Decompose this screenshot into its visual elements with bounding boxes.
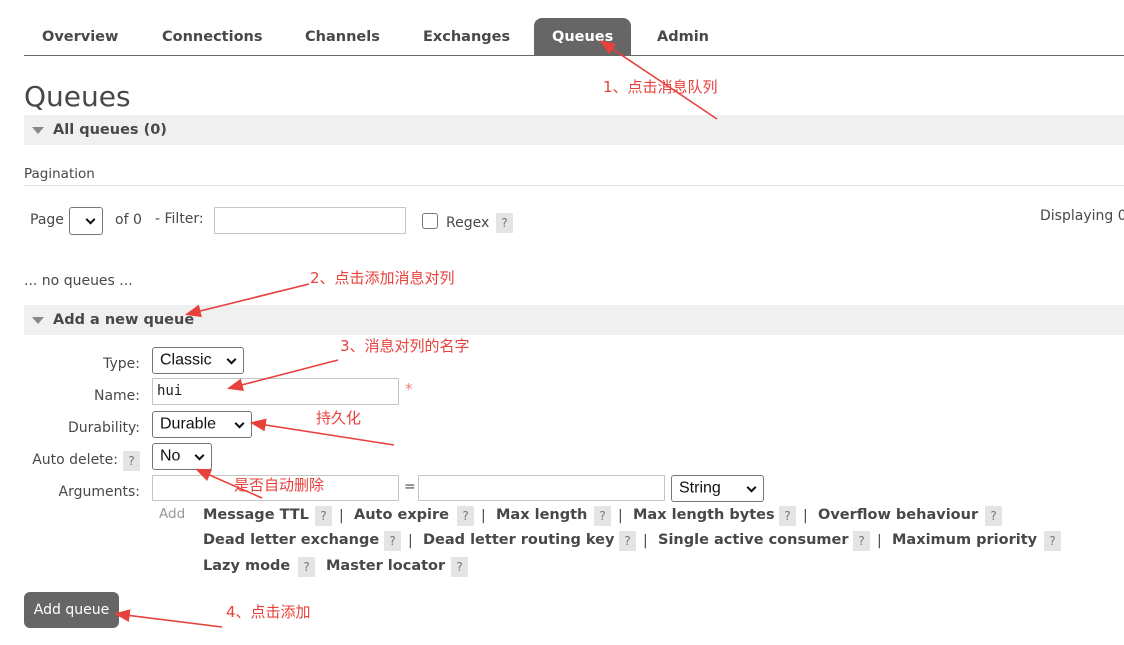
separator: | [481,508,486,524]
arg-link-lazy-mode[interactable]: Lazy mode [203,558,290,574]
regex-checkbox[interactable] [422,213,438,229]
pagination-label[interactable]: Pagination [24,166,95,182]
all-queues-label: All queues (0) [53,122,167,138]
page-select[interactable] [69,207,103,235]
tab-connections[interactable]: Connections [162,18,263,55]
regex-label: Regex [446,215,490,231]
arg-link-message-ttl[interactable]: Message TTL [203,507,309,523]
auto-delete-label: Auto delete: [32,452,118,468]
annotation-arrow-step4 [113,609,223,628]
chevron-down-icon [85,214,96,225]
collapse-triangle-icon [32,317,44,324]
arg-link-dead-letter-routing-key[interactable]: Dead letter routing key [423,532,614,548]
separator: | [803,508,808,524]
durability-select-value: Durable [160,415,217,433]
arg-link-auto-expire[interactable]: Auto expire [354,507,449,523]
max-length-help-icon[interactable]: ? [594,506,611,526]
auto-delete-select[interactable]: No [152,443,212,470]
maximum-priority-help-icon[interactable]: ? [1044,531,1061,551]
annotation-durable: 持久化 [316,409,362,427]
chevron-down-icon [226,354,237,365]
argument-value-input[interactable] [418,475,665,501]
annotation-step1: 1、点击消息队列 [603,78,718,96]
name-input[interactable]: hui [152,378,399,405]
add-queue-toggle[interactable]: Add a new queue [24,305,1124,335]
separator: | [643,533,648,549]
arg-link-max-length-bytes[interactable]: Max length bytes [633,507,775,523]
separator: | [618,508,623,524]
add-queue-button[interactable]: Add queue [24,592,119,628]
dead-letter-exchange-help-icon[interactable]: ? [384,531,401,551]
displaying-count: Displaying 0 [1040,208,1124,224]
pagination-divider [24,185,1124,186]
regex-help-icon[interactable]: ? [496,213,513,233]
argument-type-select[interactable]: String [671,475,764,502]
auto-expire-help-icon[interactable]: ? [457,506,474,526]
tab-exchanges[interactable]: Exchanges [423,18,510,55]
annotation-autodelete: 是否自动删除 [234,476,325,494]
argument-equals: = [404,479,416,495]
type-label: Type: [103,356,140,372]
arg-link-dead-letter-exchange[interactable]: Dead letter exchange [203,532,379,548]
separator: | [408,533,413,549]
arg-link-max-length[interactable]: Max length [496,507,587,523]
tab-admin[interactable]: Admin [657,18,709,55]
chevron-down-icon [234,418,245,429]
tab-queues[interactable]: Queues [534,18,632,56]
type-select[interactable]: Classic [152,347,244,374]
message-ttl-help-icon[interactable]: ? [315,506,332,526]
collapse-triangle-icon [32,127,44,134]
arg-link-overflow-behaviour[interactable]: Overflow behaviour [818,507,978,523]
dead-letter-routing-key-help-icon[interactable]: ? [619,531,636,551]
overflow-behaviour-help-icon[interactable]: ? [985,506,1002,526]
durability-select[interactable]: Durable [152,411,252,438]
required-mark: * [405,380,413,398]
arg-link-single-active-consumer[interactable]: Single active consumer [658,532,849,548]
arg-link-maximum-priority[interactable]: Maximum priority [892,532,1037,548]
master-locator-help-icon[interactable]: ? [451,557,468,577]
max-length-bytes-help-icon[interactable]: ? [779,506,796,526]
separator: | [877,533,882,549]
page-count: of 0 [115,212,142,228]
durability-label: Durability: [67,420,140,436]
page-label: Page [30,212,64,228]
auto-delete-help-icon[interactable]: ? [123,451,140,471]
add-argument-label: Add [159,506,186,522]
separator: | [339,508,344,524]
tab-channels[interactable]: Channels [305,18,380,55]
filter-label: - Filter: [155,211,204,227]
argument-type-value: String [679,479,721,497]
empty-queues-text: ... no queues ... [24,273,133,289]
add-queue-section-label: Add a new queue [53,312,195,328]
annotation-step2: 2、点击添加消息对列 [310,269,455,287]
lazy-mode-help-icon[interactable]: ? [298,557,315,577]
main-nav: Overview Connections Channels Exchanges … [24,18,1124,56]
annotation-step4: 4、点击添加 [226,603,311,621]
arg-link-master-locator[interactable]: Master locator [326,558,445,574]
arguments-label: Arguments: [58,484,140,500]
single-active-consumer-help-icon[interactable]: ? [853,531,870,551]
chevron-down-icon [746,482,757,493]
chevron-down-icon [194,450,205,461]
all-queues-toggle[interactable]: All queues (0) [24,115,1124,145]
page-title: Queues [24,80,131,113]
name-label: Name: [93,388,140,404]
filter-input[interactable] [214,207,406,234]
annotation-step3: 3、消息对列的名字 [340,337,470,355]
auto-delete-select-value: No [160,447,181,465]
type-select-value: Classic [160,351,212,369]
tab-overview[interactable]: Overview [42,18,118,55]
